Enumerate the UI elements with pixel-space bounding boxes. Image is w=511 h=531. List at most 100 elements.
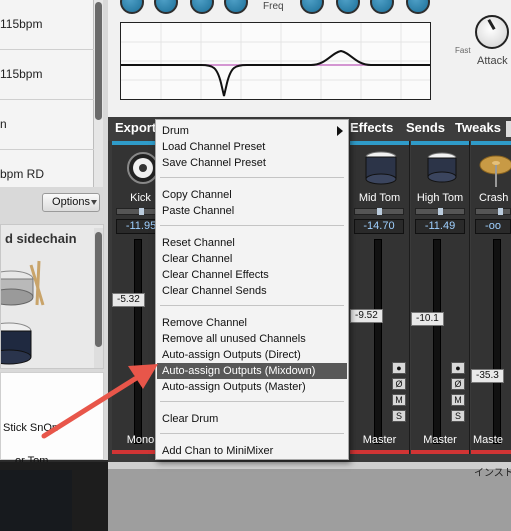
preset-label: 115bpm: [0, 67, 43, 81]
menu-separator: [160, 177, 344, 178]
strip-color-bar: [471, 141, 511, 145]
menu-item-clear-channel-effects[interactable]: Clear Channel Effects: [157, 267, 347, 283]
preset-label: bpm RD: [0, 167, 45, 181]
footer-label: インスト: [474, 468, 511, 479]
submenu-arrow-icon: [337, 126, 343, 136]
menu-item-load-channel-preset[interactable]: Load Channel Preset: [157, 139, 347, 155]
eq-knob[interactable]: [336, 0, 360, 14]
transport-area: [0, 462, 108, 531]
tom-drum-icon: [365, 151, 397, 185]
list-item[interactable]: 115bpm: [0, 50, 94, 100]
output-selector[interactable]: Maste: [473, 434, 503, 446]
eq-knob[interactable]: [300, 0, 324, 14]
lower-panel-bar: [108, 462, 511, 469]
channel-strip-high-tom: High Tom -11.49 -10.1 ● Ø M S Master: [411, 141, 470, 454]
volume-fader[interactable]: [493, 239, 501, 444]
eq-knob[interactable]: [120, 0, 144, 14]
knob-indicator: [487, 18, 496, 31]
tab-effects[interactable]: Effects: [350, 120, 393, 135]
eq-panel: Freq Fast Attack: [108, 0, 511, 117]
db-readout: -oo: [475, 219, 511, 234]
list-item[interactable]: n: [0, 100, 94, 150]
kit-preview: d sidechain: [0, 224, 104, 369]
preset-label: 115bpm: [0, 17, 43, 31]
menu-separator: [160, 401, 344, 402]
menu-item-copy-channel[interactable]: Copy Channel: [157, 187, 347, 203]
attack-label: Attack: [477, 55, 508, 67]
record-button[interactable]: ●: [392, 362, 406, 374]
volume-fader[interactable]: [374, 239, 382, 444]
menu-item-label: Drum: [162, 125, 189, 137]
menu-item-auto-assign-master[interactable]: Auto-assign Outputs (Master): [157, 379, 347, 395]
menu-item-save-channel-preset[interactable]: Save Channel Preset: [157, 155, 347, 171]
kit-title: d sidechain: [5, 231, 77, 246]
menu-item-clear-drum[interactable]: Clear Drum: [157, 411, 347, 427]
tab-tweaks[interactable]: Tweaks: [455, 120, 501, 135]
tab-export[interactable]: Export: [115, 120, 156, 135]
eq-graph[interactable]: [120, 22, 431, 100]
eq-knob[interactable]: [406, 0, 430, 14]
menu-item-paste-channel[interactable]: Paste Channel: [157, 203, 347, 219]
phase-button[interactable]: Ø: [392, 378, 406, 390]
eq-knob[interactable]: [224, 0, 248, 14]
pan-slider[interactable]: [415, 208, 465, 215]
pan-slider[interactable]: [475, 208, 511, 215]
solo-button[interactable]: S: [451, 410, 465, 422]
transport-inner: [0, 470, 72, 531]
attack-knob[interactable]: [475, 15, 509, 49]
menu-separator: [160, 305, 344, 306]
kit-scrollbar[interactable]: [94, 228, 103, 368]
solo-button[interactable]: S: [392, 410, 406, 422]
volume-handle[interactable]: -10.1: [411, 312, 444, 326]
phase-button[interactable]: Ø: [451, 378, 465, 390]
volume-handle[interactable]: -35.3: [471, 369, 504, 383]
preset-label: n: [0, 117, 7, 131]
menu-item-auto-assign-mixdown[interactable]: Auto-assign Outputs (Mixdown): [157, 363, 347, 379]
channel-strip-crash: Crash -oo -35.3 Maste: [471, 141, 511, 454]
volume-fader[interactable]: [134, 239, 142, 444]
scroll-thumb[interactable]: [95, 232, 102, 347]
volume-fader[interactable]: [433, 239, 441, 444]
channel-name: Crash: [479, 192, 509, 204]
output-selector[interactable]: Master: [350, 434, 409, 446]
kit-sound-list: Stick SnOn or Tom: [0, 372, 104, 467]
strip-color-bar: [411, 141, 469, 145]
menu-item-remove-unused-channels[interactable]: Remove all unused Channels: [157, 331, 347, 347]
db-readout: -11.49: [415, 219, 465, 234]
mute-button[interactable]: M: [451, 394, 465, 406]
tom-drum-icon: [427, 152, 457, 183]
eq-knob[interactable]: [154, 0, 178, 14]
eq-knob[interactable]: [190, 0, 214, 14]
tab-sends[interactable]: Sends: [406, 120, 445, 135]
strip-color-bar: [350, 141, 409, 145]
db-readout: -14.70: [354, 219, 404, 234]
strip-color-bar: [471, 450, 511, 454]
browser-panel: 115bpm 115bpm n bpm RD Options d sidecha…: [0, 0, 108, 467]
menu-item-reset-channel[interactable]: Reset Channel: [157, 235, 347, 251]
menu-item-auto-assign-direct[interactable]: Auto-assign Outputs (Direct): [157, 347, 347, 363]
channel-name: Mid Tom: [358, 192, 401, 204]
menu-item-clear-channel-sends[interactable]: Clear Channel Sends: [157, 283, 347, 299]
preset-scrollbar[interactable]: [94, 0, 103, 187]
menu-item-add-to-minimixer[interactable]: Add Chan to MiniMixer: [157, 443, 347, 459]
menu-item-clear-channel[interactable]: Clear Channel: [157, 251, 347, 267]
eq-knob[interactable]: [370, 0, 394, 14]
scroll-thumb[interactable]: [95, 2, 102, 120]
menu-item-drum[interactable]: Drum: [157, 123, 347, 139]
menu-item-remove-channel[interactable]: Remove Channel: [157, 315, 347, 331]
channel-context-menu: Drum Load Channel Preset Save Channel Pr…: [155, 119, 349, 460]
fast-label: Fast: [455, 46, 471, 55]
output-selector[interactable]: Master: [411, 434, 469, 446]
channel-strip-mid-tom: Mid Tom -14.70 -9.52 ● Ø M S Master: [350, 141, 410, 454]
tab-overflow[interactable]: [506, 121, 511, 137]
pan-slider[interactable]: [354, 208, 404, 215]
mute-button[interactable]: M: [392, 394, 406, 406]
record-button[interactable]: ●: [451, 362, 465, 374]
volume-handle[interactable]: -5.32: [112, 293, 145, 307]
preset-list: 115bpm 115bpm n bpm RD: [0, 0, 94, 187]
volume-handle[interactable]: -9.52: [350, 309, 383, 323]
lower-panel: [108, 462, 511, 531]
options-button[interactable]: Options: [42, 193, 100, 212]
list-item[interactable]: Stick SnOn: [3, 422, 58, 434]
list-item[interactable]: 115bpm: [0, 0, 94, 50]
